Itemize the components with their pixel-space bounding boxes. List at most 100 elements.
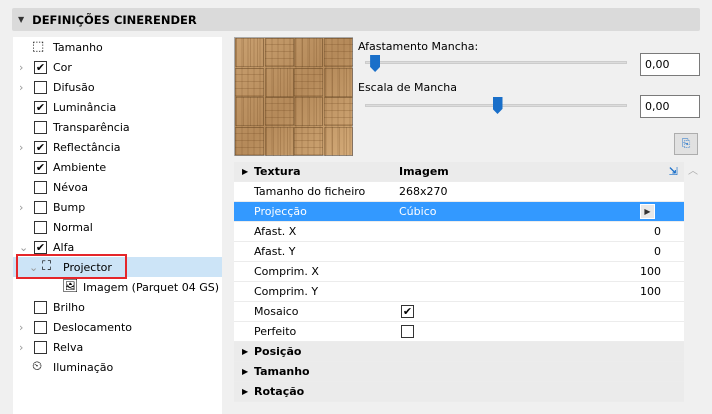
tree-item[interactable]: ⬚ Tamanho	[13, 37, 222, 57]
chevron-down-icon[interactable]: ⌄	[19, 241, 29, 254]
property-value: Cúbico	[399, 205, 437, 218]
checkbox[interactable]: ✔	[34, 160, 47, 174]
checkbox[interactable]: ✔	[34, 140, 47, 154]
tree-item[interactable]: › ✔ Reflectância	[13, 137, 222, 157]
chevron-right-icon[interactable]: ›	[19, 61, 29, 74]
tree-item-label: Brilho	[53, 300, 85, 314]
tree-item[interactable]: Transparência	[13, 117, 222, 137]
table-group-header[interactable]: ▶ Tamanho	[234, 362, 684, 382]
tree-item-label: Normal	[53, 220, 93, 234]
tree-item[interactable]: ✔ Luminância	[13, 97, 222, 117]
checkbox[interactable]: ✔	[34, 100, 47, 114]
tree-item-label: Ambiente	[53, 160, 107, 174]
checkbox[interactable]: ✔	[34, 240, 47, 254]
parquet-tile	[264, 38, 294, 67]
table-row[interactable]: Perfeito	[234, 322, 684, 342]
tree-item-label: Difusão	[53, 80, 95, 94]
property-checkbox[interactable]: ✔	[401, 305, 414, 318]
checkbox[interactable]	[34, 220, 47, 234]
texture-preview	[234, 37, 353, 156]
image-icon: 🖼	[62, 279, 79, 294]
tree-item[interactable]: Brilho	[13, 297, 222, 317]
tree-item[interactable]: Normal	[13, 217, 222, 237]
property-name: Mosaico	[254, 305, 299, 318]
property-name: Tamanho do ficheiro	[254, 185, 366, 198]
tree-item-label: Alfa	[53, 240, 75, 254]
parquet-tile	[235, 67, 264, 97]
tree-item[interactable]: › Bump	[13, 197, 222, 217]
chevron-right-icon[interactable]: ›	[19, 141, 29, 154]
chevron-right-icon[interactable]: ›	[19, 201, 29, 214]
tree-item[interactable]: › Difusão	[13, 77, 222, 97]
checkbox[interactable]	[34, 200, 47, 214]
tree-item[interactable]: › Relva	[13, 337, 222, 357]
property-name: Afast. Y	[254, 245, 296, 258]
table-group-header[interactable]: ▶ Posição	[234, 342, 684, 362]
checkbox[interactable]	[34, 120, 47, 134]
highlight-box	[16, 254, 127, 279]
table-group-header[interactable]: ▶ Textura Imagem ⇲	[234, 162, 684, 182]
table-group-header[interactable]: ▶ Rotação	[234, 382, 684, 402]
property-value[interactable]: 100	[640, 285, 661, 298]
expand-arrow-icon: ▶	[242, 367, 249, 376]
checkbox[interactable]	[34, 300, 47, 314]
property-name: Projecção	[254, 205, 307, 218]
parquet-tile	[264, 126, 294, 156]
chevron-right-icon[interactable]: ›	[19, 341, 29, 354]
property-value[interactable]: 100	[640, 265, 661, 278]
tree-item[interactable]: Névoa	[13, 177, 222, 197]
load-texture-icon[interactable]: ⇲	[669, 165, 678, 178]
parquet-tile	[235, 97, 264, 126]
scroll-up-icon[interactable]: ︿	[688, 166, 698, 177]
checkbox[interactable]	[34, 180, 47, 194]
table-row[interactable]: Comprim. Y 100	[234, 282, 684, 302]
checkbox[interactable]	[34, 340, 47, 354]
tree-item[interactable]: ✔ Ambiente	[13, 157, 222, 177]
tree-item-label: Transparência	[53, 120, 130, 134]
tree-item[interactable]: › ✔ Cor	[13, 57, 222, 77]
property-value[interactable]: 0	[654, 225, 661, 238]
property-value[interactable]: 0	[654, 245, 661, 258]
slider-label: Escala de Mancha	[358, 81, 457, 94]
expand-arrow-icon: ▶	[242, 167, 249, 176]
property-name: Comprim. X	[254, 265, 319, 278]
table-row[interactable]: Mosaico ✔	[234, 302, 684, 322]
export-settings-button[interactable]: ⎘	[674, 133, 698, 155]
checkbox[interactable]	[34, 320, 47, 334]
section-header[interactable]: ▼ DEFINIÇÕES CINERENDER	[12, 8, 700, 31]
tree-item[interactable]: ⏲ Iluminação	[13, 357, 222, 377]
slider-thumb[interactable]	[492, 97, 503, 114]
parquet-tile	[294, 97, 323, 126]
table-row[interactable]: Comprim. X 100	[234, 262, 684, 282]
spot-offset-slider[interactable]	[365, 61, 627, 64]
channel-tree: ⬚ Tamanho › ✔ Cor › Difusão ✔ Luminância Transpar…	[13, 37, 222, 414]
tree-item-label: Bump	[53, 200, 86, 214]
table-row[interactable]: Afast. Y 0	[234, 242, 684, 262]
parquet-tile	[264, 97, 294, 126]
parquet-tile	[294, 67, 323, 97]
checkbox[interactable]	[34, 80, 47, 94]
spot-scale-input[interactable]: 0,00	[640, 95, 700, 118]
tree-item-label: Tamanho	[53, 40, 103, 54]
table-row[interactable]: Afast. X 0	[234, 222, 684, 242]
parquet-tile	[264, 67, 294, 97]
tree-item-label: Relva	[53, 340, 84, 354]
spot-offset-input[interactable]: 0,00	[640, 53, 700, 76]
chevron-right-icon[interactable]: ›	[19, 81, 29, 94]
tree-item[interactable]: › Deslocamento	[13, 317, 222, 337]
property-checkbox[interactable]	[401, 325, 414, 338]
table-row[interactable]: Tamanho do ficheiro 268x270	[234, 182, 684, 202]
checkbox[interactable]: ✔	[34, 60, 47, 74]
tree-item-label: Cor	[53, 60, 72, 74]
slider-label: Afastamento Mancha:	[358, 40, 479, 53]
collapse-triangle-icon: ▼	[18, 15, 25, 24]
tree-item-label: Luminância	[53, 100, 117, 114]
chevron-right-icon[interactable]: ›	[19, 321, 29, 334]
scrollbar[interactable]: ︿	[686, 162, 700, 414]
slider-thumb[interactable]	[370, 55, 381, 72]
table-row[interactable]: Projecção Cúbico ▶	[234, 202, 684, 222]
tree-item[interactable]: 🖼 Imagem (Parquet 04 GS)	[13, 277, 222, 297]
expand-arrow-icon: ▶	[242, 387, 249, 396]
parquet-tile	[323, 38, 353, 67]
dropdown-arrow-button[interactable]: ▶	[640, 204, 655, 219]
